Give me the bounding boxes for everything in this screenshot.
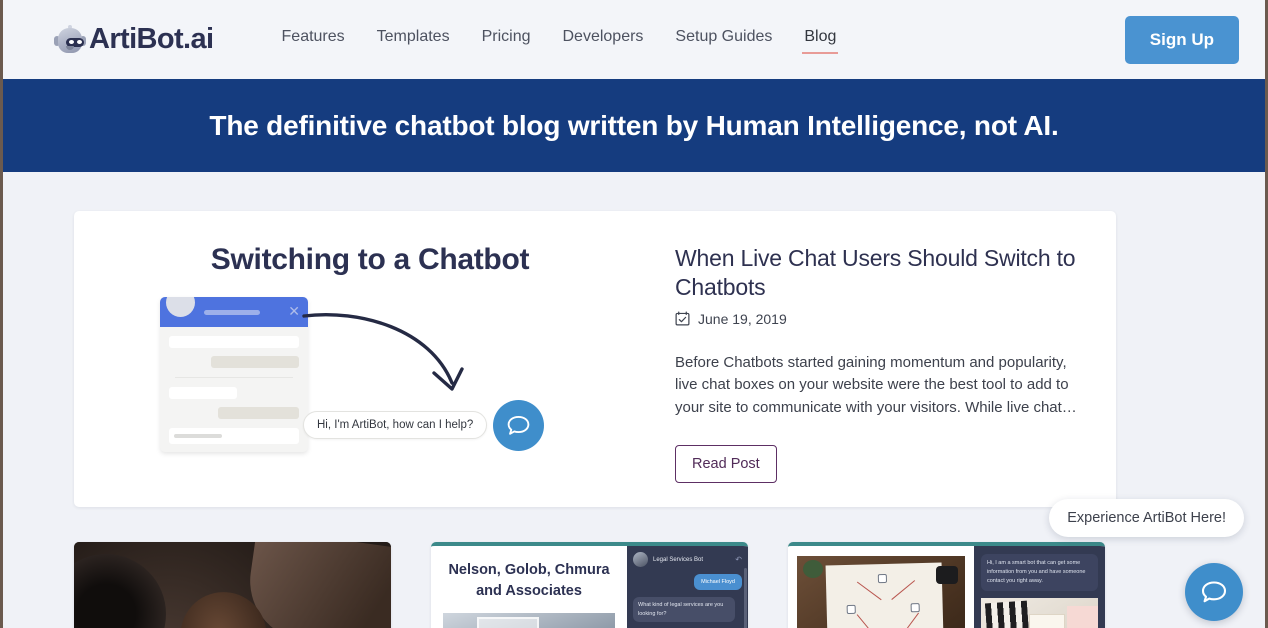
refresh-icon[interactable]: ↶ <box>735 555 742 564</box>
curved-arrow-icon <box>302 312 464 391</box>
illustration-chat-bubble: Hi, I'm ArtiBot, how can I help? <box>303 411 488 439</box>
illustration-stage: ✕ Hi, I'm ArtiBot, how can I help? <box>74 293 666 483</box>
nav-item-templates[interactable]: Templates <box>377 24 450 56</box>
chat-placeholder-bubble <box>210 356 299 368</box>
chat-window-body <box>160 336 308 419</box>
avatar-photo-icon <box>633 552 648 567</box>
featured-post-date-row: June 19, 2019 <box>675 311 1086 327</box>
hero-banner-text: The definitive chatbot blog written by H… <box>209 109 1059 141</box>
post-grid: Nelson, Golob, Chmura and Associates Leg… <box>74 542 1265 628</box>
chat-divider <box>175 377 293 378</box>
calendar-check-icon <box>675 311 690 326</box>
nav-item-features[interactable]: Features <box>282 24 345 56</box>
site-logo[interactable]: ArtiBot.ai <box>53 23 214 56</box>
legal-bot-chat-header: Legal Services Bot ↶ <box>633 552 742 567</box>
site-header: ArtiBot.ai Features Templates Pricing De… <box>3 0 1265 79</box>
chat-message-user: Michael Floyd <box>694 574 742 591</box>
illustration-title: Switching to a Chatbot <box>210 243 530 276</box>
featured-post-title[interactable]: When Live Chat Users Should Switch to Ch… <box>675 244 1086 302</box>
main-nav: Features Templates Pricing Developers Se… <box>282 24 839 56</box>
planning-bot-chat-panel: Hi, I am a smart bot that can get some i… <box>974 546 1105 628</box>
chat-bubble-icon <box>1201 581 1227 603</box>
chat-window-header: ✕ <box>160 297 308 327</box>
featured-post-excerpt: Before Chatbots started gaining momentum… <box>675 353 1077 417</box>
chat-placeholder-bubble <box>169 387 237 399</box>
nav-item-developers[interactable]: Developers <box>562 24 643 56</box>
team-meeting-photo <box>443 613 615 628</box>
page-root: ArtiBot.ai Features Templates Pricing De… <box>0 0 1268 628</box>
featured-post-text: When Live Chat Users Should Switch to Ch… <box>666 235 1116 483</box>
mechanic-photo <box>74 542 391 628</box>
post-card-event-planning[interactable]: Hi! This is a smart bot that can help pl… <box>788 542 1105 628</box>
nav-item-pricing[interactable]: Pricing <box>482 24 531 56</box>
main-content: Switching to a Chatbot ✕ Hi, I'm ArtiBot… <box>3 172 1265 628</box>
nav-item-blog[interactable]: Blog <box>802 24 839 56</box>
sign-up-button[interactable]: Sign Up <box>1124 15 1239 64</box>
read-post-button[interactable]: Read Post <box>675 444 777 483</box>
featured-illustration: Switching to a Chatbot ✕ Hi, I'm ArtiBot… <box>74 235 666 483</box>
robot-head-icon <box>53 24 87 55</box>
chat-tooltip[interactable]: Experience ArtiBot Here! <box>1049 499 1244 537</box>
close-x-icon: ✕ <box>288 303 300 319</box>
chat-message-bot: What kind of legal services are you look… <box>633 597 736 622</box>
chat-input-placeholder <box>169 428 299 444</box>
chat-scrollbar[interactable] <box>744 568 747 628</box>
planning-card-left: Hi! This is a smart bot that can help pl… <box>788 546 974 628</box>
post-card-mechanic[interactable] <box>74 542 391 628</box>
featured-post-card[interactable]: Switching to a Chatbot ✕ Hi, I'm ArtiBot… <box>74 211 1116 507</box>
nav-item-setup-guides[interactable]: Setup Guides <box>675 24 772 56</box>
legal-bot-name: Legal Services Bot <box>653 556 704 563</box>
chat-message-bot: Hi, I am a smart bot that can get some i… <box>981 554 1098 592</box>
chat-window-mockup: ✕ <box>160 297 308 452</box>
avatar-circle-icon <box>166 297 195 317</box>
chat-placeholder-bubble <box>169 336 299 348</box>
legal-card-left: Nelson, Golob, Chmura and Associates <box>431 546 627 628</box>
legal-firm-heading: Nelson, Golob, Chmura and Associates <box>448 562 610 599</box>
hero-banner: The definitive chatbot blog written by H… <box>3 79 1265 172</box>
featured-post-date: June 19, 2019 <box>698 310 787 327</box>
post-card-legal-services[interactable]: Nelson, Golob, Chmura and Associates Leg… <box>431 542 748 628</box>
logo-text: ArtiBot.ai <box>89 23 214 55</box>
stationery-flatlay-photo <box>981 598 1098 628</box>
planning-desk-photo <box>797 556 965 628</box>
illustration-chat-button <box>493 400 544 451</box>
chat-window-title-placeholder <box>204 309 260 315</box>
legal-bot-chat-panel: Legal Services Bot ↶ Michael Floyd What … <box>627 546 748 628</box>
chat-placeholder-bubble <box>218 407 299 419</box>
chat-bubble-icon <box>507 416 530 435</box>
chat-fab-button[interactable] <box>1185 563 1243 621</box>
